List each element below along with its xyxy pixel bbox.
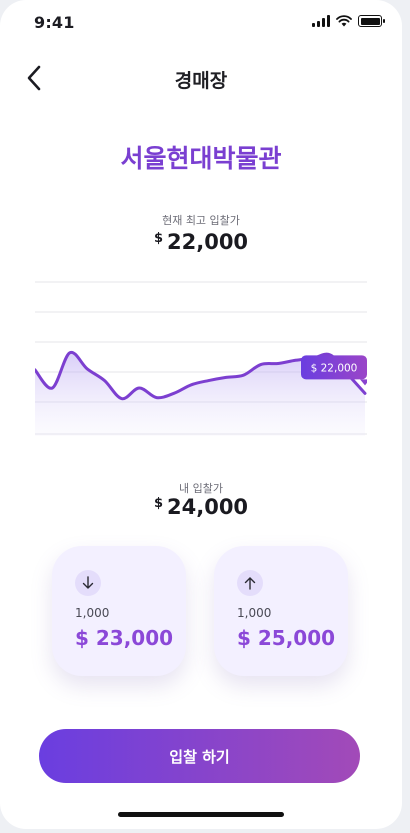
- wifi-icon: [336, 15, 352, 27]
- signal-icon: [312, 15, 330, 27]
- decrease-step: 1,000: [75, 606, 110, 620]
- status-time: 9:41: [34, 13, 75, 32]
- battery-icon: [358, 15, 385, 27]
- increase-step: 1,000: [237, 606, 272, 620]
- my-bid-label: 내 입찰가: [179, 482, 223, 495]
- arrow-up-icon: [237, 570, 263, 596]
- increase-value: $ 25,000: [237, 626, 336, 650]
- phone-screen: 9:41 경매장 서울현대박물관 현재 최고 입찰가 $22,000 $ 22,…: [0, 0, 402, 829]
- bid-history-chart: $ 22,000: [35, 281, 367, 436]
- nav-bar: 경매장: [0, 56, 402, 100]
- my-bid-value: 24,000: [167, 495, 249, 519]
- current-bid-label: 현재 최고 입찰가: [162, 214, 240, 227]
- place-bid-button[interactable]: 입찰 하기: [39, 729, 360, 783]
- current-bid-amount: $22,000: [0, 230, 402, 254]
- decrease-value: $ 23,000: [75, 626, 174, 650]
- status-icons: [312, 15, 385, 27]
- home-indicator: [118, 812, 284, 817]
- currency-symbol: $: [153, 231, 163, 246]
- currency-symbol: $: [153, 496, 163, 511]
- page-title: 경매장: [174, 70, 228, 92]
- decrease-bid-card[interactable]: 1,000 $ 23,000: [52, 546, 186, 676]
- my-bid-amount: $24,000: [0, 495, 402, 519]
- increase-bid-card[interactable]: 1,000 $ 25,000: [214, 546, 348, 676]
- museum-name: 서울현대박물관: [120, 144, 282, 173]
- current-bid-value: 22,000: [167, 230, 249, 254]
- status-bar: 9:41: [0, 0, 402, 46]
- chart-tooltip-label: $ 22,000: [311, 362, 358, 374]
- arrow-down-icon: [75, 570, 101, 596]
